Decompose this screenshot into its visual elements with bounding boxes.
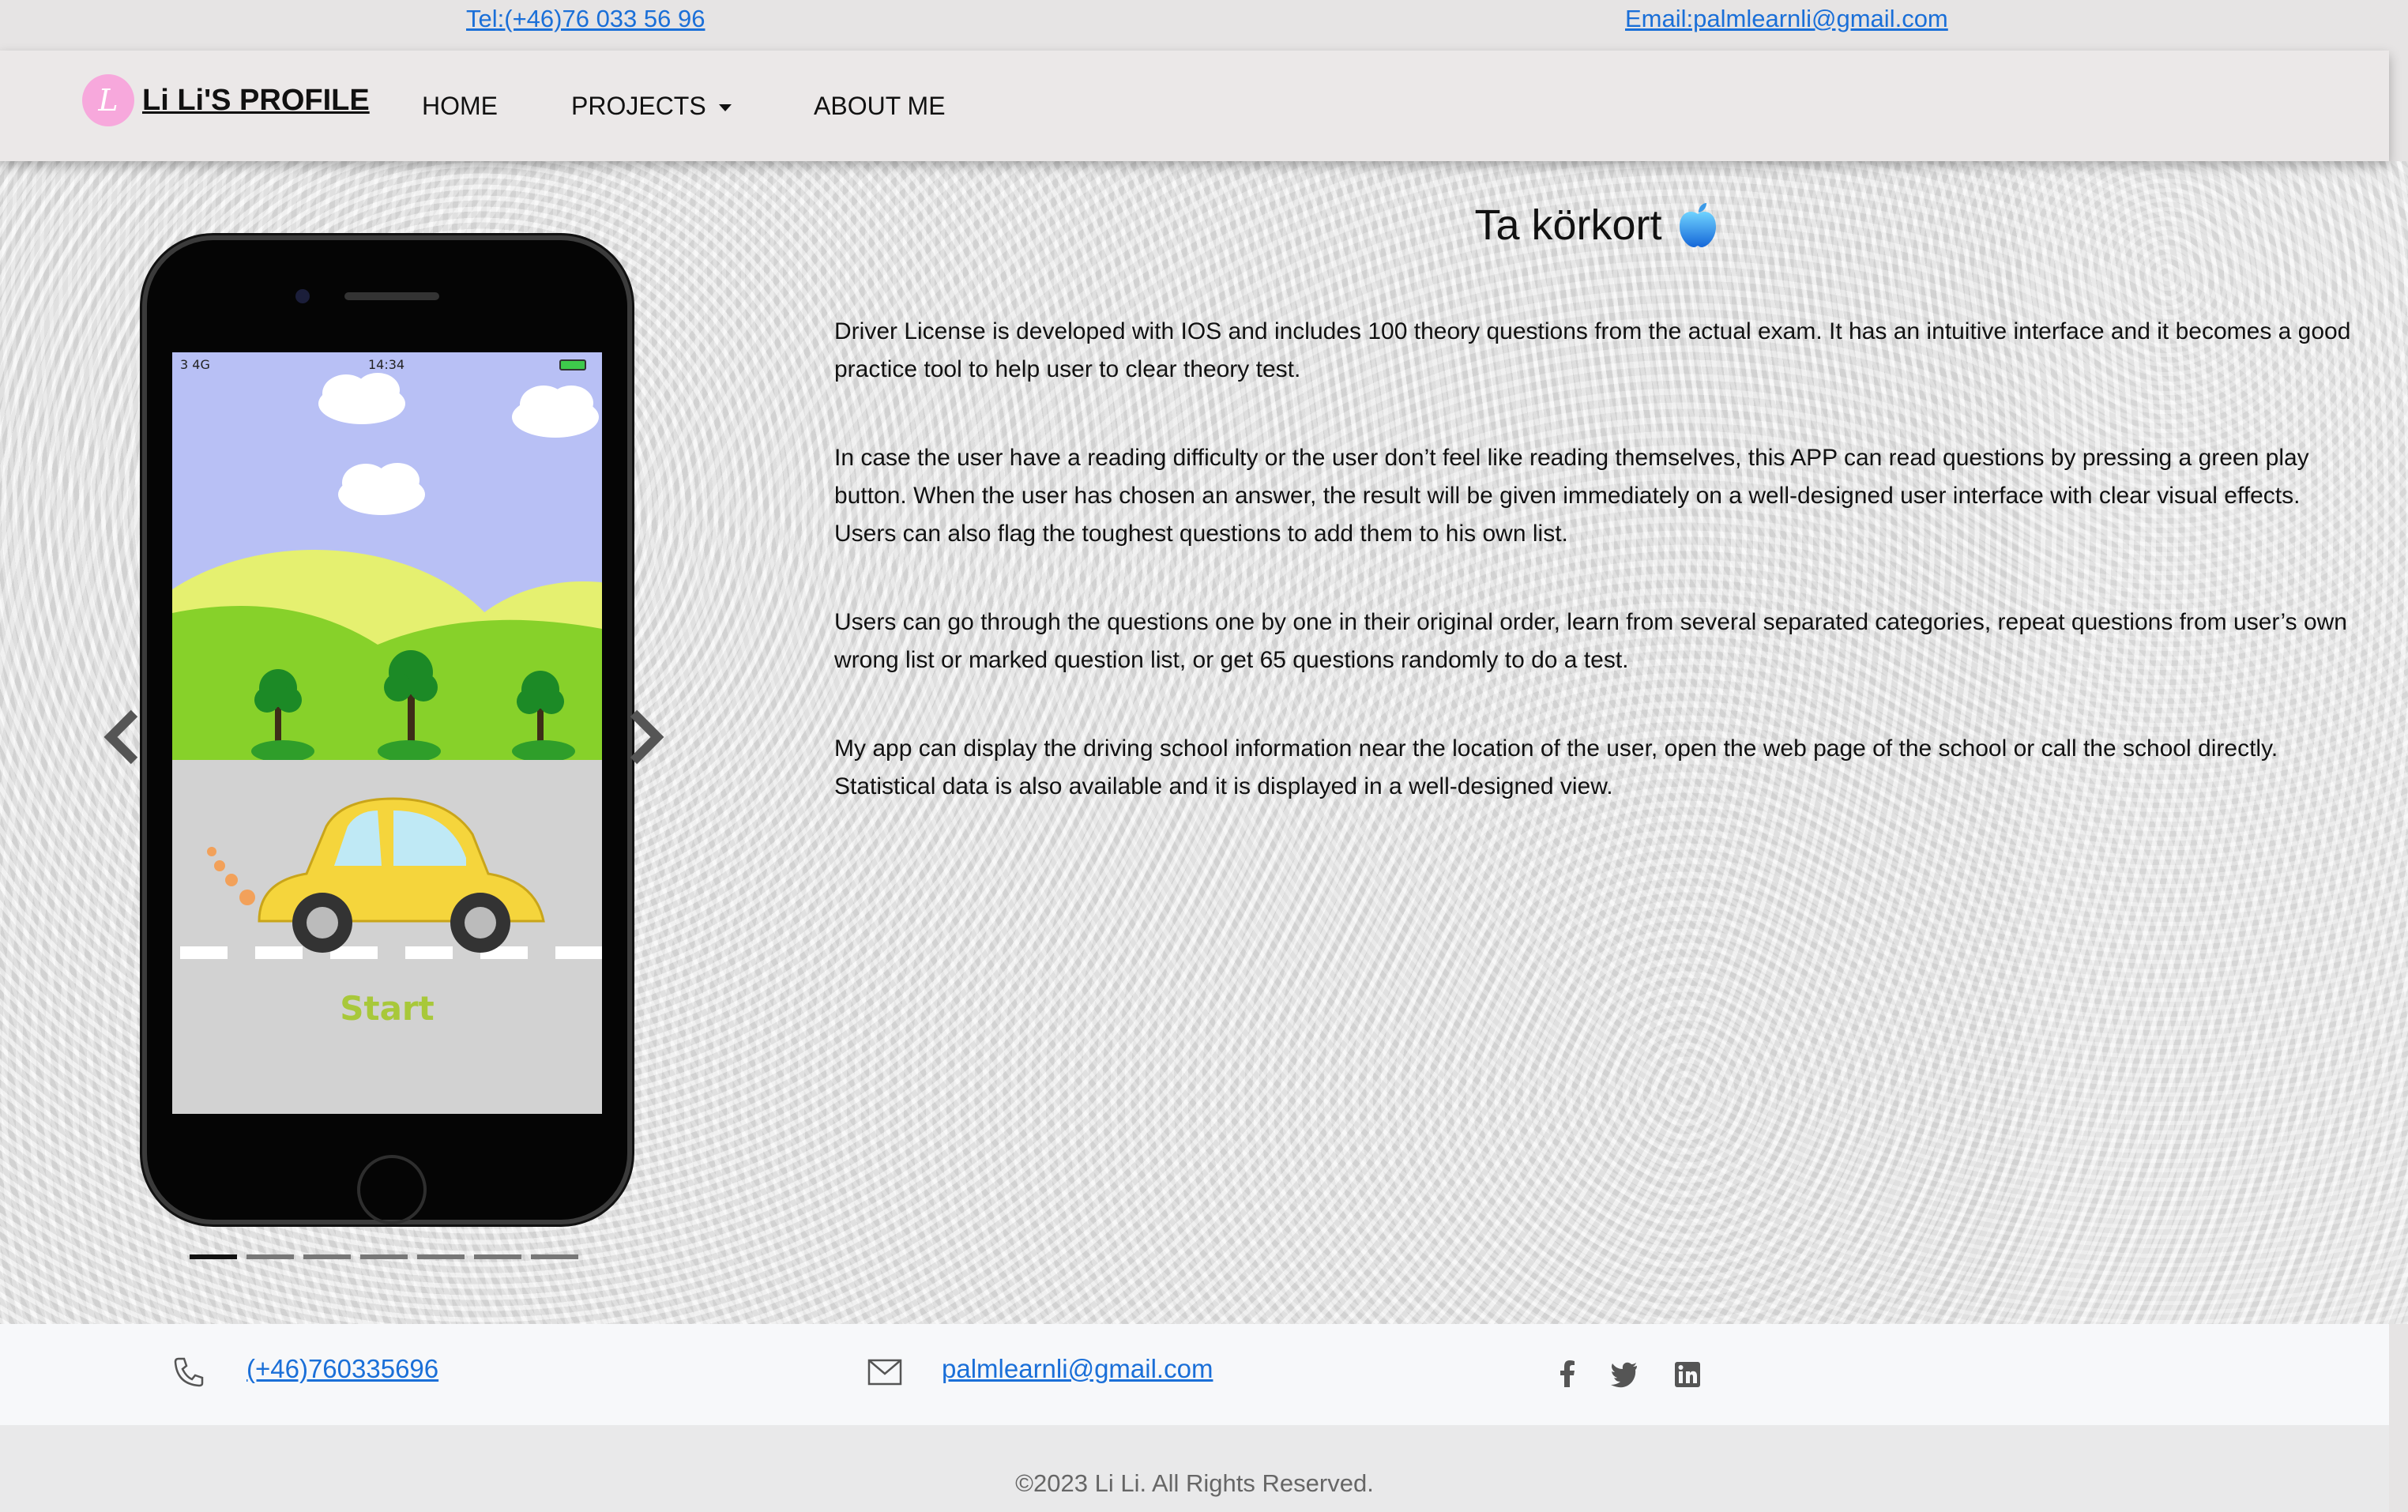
carousel-indicators <box>190 1254 578 1259</box>
project-title-row: Ta körkort <box>834 201 2359 250</box>
app-start-label: Start <box>340 989 435 1028</box>
project-title: Ta körkort <box>1474 201 1662 249</box>
linkedin-icon[interactable] <box>1672 1359 1703 1390</box>
logo-letter: L <box>97 83 118 118</box>
carousel-indicator[interactable] <box>474 1254 521 1259</box>
app-screenshot: 3 4G 14:34 Start <box>172 352 602 1114</box>
brand-name[interactable]: Li Li'S PROFILE <box>142 84 370 118</box>
battery-icon <box>559 359 586 370</box>
footer-email-link[interactable]: palmlearnli@gmail.com <box>942 1354 1213 1384</box>
mail-icon <box>867 1359 902 1386</box>
brand[interactable]: L Li Li'S PROFILE <box>82 74 370 126</box>
status-time: 14:34 <box>368 357 405 372</box>
description-paragraph: Users can go through the questions one b… <box>834 609 2347 673</box>
carousel-prev-button[interactable] <box>103 709 142 765</box>
nav-home[interactable]: HOME <box>422 92 498 121</box>
status-signal: 3 4G <box>180 357 210 372</box>
carousel-indicator[interactable] <box>246 1254 294 1259</box>
nav-about-me[interactable]: ABOUT ME <box>814 92 946 121</box>
carousel-indicator[interactable] <box>360 1254 408 1259</box>
nav-projects-dropdown[interactable]: PROJECTS <box>571 92 732 121</box>
twitter-icon[interactable] <box>1608 1359 1640 1390</box>
phone-home-button <box>357 1155 427 1224</box>
top-email-link[interactable]: Email:palmlearnli@gmail.com <box>1625 5 1948 33</box>
carousel-indicator[interactable] <box>417 1254 465 1259</box>
description-paragraph: My app can display the driving school in… <box>834 735 2278 799</box>
logo-icon: L <box>82 74 134 126</box>
phone-icon <box>174 1357 204 1387</box>
phone-speaker <box>344 292 439 300</box>
carousel-next-button[interactable] <box>626 709 665 765</box>
carousel-indicator[interactable] <box>303 1254 351 1259</box>
carousel-indicator[interactable] <box>190 1254 237 1259</box>
footer-contact-bar: (+46)760335696 palmlearnli@gmail.com <box>0 1324 2389 1425</box>
phone-mockup: 3 4G 14:34 Start <box>142 235 632 1224</box>
carousel-indicator[interactable] <box>531 1254 578 1259</box>
chevron-right-icon <box>630 709 664 765</box>
phone-status-bar: 3 4G 14:34 <box>172 352 602 376</box>
top-contact-bar: Tel:(+46)76 033 56 96 Email:palmlearnli@… <box>0 0 2408 51</box>
top-phone-link[interactable]: Tel:(+46)76 033 56 96 <box>466 5 705 33</box>
chevron-down-icon <box>718 104 732 112</box>
chevron-left-icon <box>103 709 138 765</box>
main-section: 3 4G 14:34 Start Ta körkort Driver Licen… <box>0 161 2408 1324</box>
copyright: ©2023 Li Li. All Rights Reserved. <box>0 1425 2389 1512</box>
nav-projects-label: PROJECTS <box>571 92 706 120</box>
facebook-icon[interactable] <box>1552 1359 1583 1390</box>
description-paragraph: Driver License is developed with IOS and… <box>834 318 2351 382</box>
screenshot-carousel[interactable]: 3 4G 14:34 Start <box>95 235 679 1357</box>
footer-phone-link[interactable]: (+46)760335696 <box>246 1354 438 1384</box>
description-paragraph: In case the user have a reading difficul… <box>834 445 2309 547</box>
phone-camera <box>295 289 310 303</box>
apple-icon <box>1679 203 1716 247</box>
navbar: L Li Li'S PROFILE HOME PROJECTS ABOUT ME <box>0 51 2389 161</box>
project-description: Ta körkort Driver License is developed w… <box>834 201 2359 806</box>
